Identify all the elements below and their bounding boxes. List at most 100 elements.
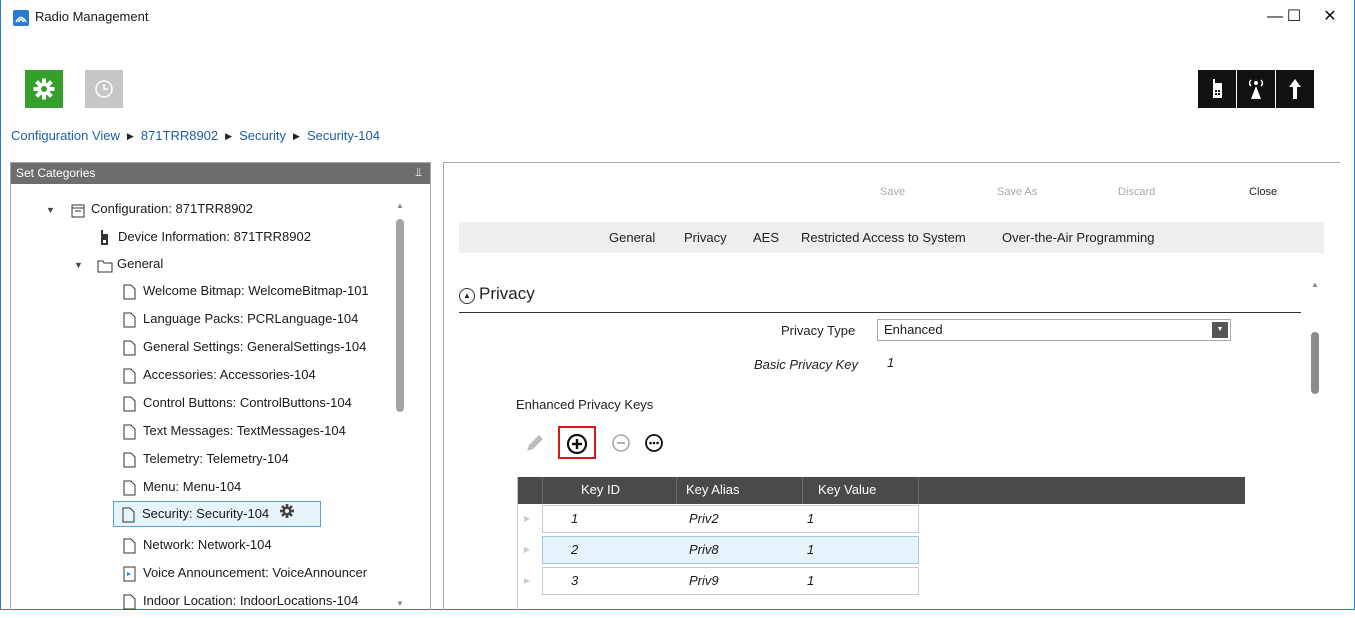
tree-item-network[interactable]: Network: Network-104 <box>123 533 272 557</box>
gear-icon <box>33 78 55 100</box>
settings-button[interactable] <box>25 70 63 108</box>
column-header-key-alias[interactable]: Key Alias <box>686 482 739 497</box>
tab-ota-programming[interactable]: Over-the-Air Programming <box>1002 230 1154 245</box>
breadcrumb-separator-icon: ▶ <box>126 131 134 141</box>
privacy-section-header[interactable]: ▲ Privacy <box>459 284 535 304</box>
cell-key-alias: Priv2 <box>689 511 719 526</box>
breadcrumb-configuration-view[interactable]: Configuration View <box>11 128 120 143</box>
clock-icon <box>95 80 113 98</box>
tree-item-welcome-bitmap[interactable]: Welcome Bitmap: WelcomeBitmap-101 <box>123 279 369 303</box>
chevron-down-icon[interactable]: ▼ <box>1212 322 1228 338</box>
scroll-up-icon[interactable]: ▲ <box>396 201 404 210</box>
tree-item-menu[interactable]: Menu: Menu-104 <box>123 475 241 499</box>
cell-key-id: 3 <box>571 573 579 588</box>
document-icon <box>123 396 137 412</box>
tree-item-label: Accessories: Accessories-104 <box>143 367 316 382</box>
history-button[interactable] <box>85 70 123 108</box>
breadcrumb-security-104[interactable]: Security-104 <box>307 128 380 143</box>
edit-pencil-icon[interactable] <box>524 432 546 457</box>
radio-device-button[interactable] <box>1198 70 1236 108</box>
scroll-down-icon[interactable]: ▼ <box>396 599 404 608</box>
tree-item-general-settings[interactable]: General Settings: GeneralSettings-104 <box>123 335 366 359</box>
tree-item-language-packs[interactable]: Language Packs: PCRLanguage-104 <box>123 307 358 331</box>
breadcrumb-separator-icon: ▶ <box>293 131 300 141</box>
antenna-icon <box>1248 79 1264 99</box>
tab-general[interactable]: General <box>609 230 655 245</box>
section-divider <box>459 312 1301 313</box>
tree-item-text-messages[interactable]: Text Messages: TextMessages-104 <box>123 419 346 443</box>
column-header-key-value[interactable]: Key Value <box>818 482 876 497</box>
tab-restricted-access[interactable]: Restricted Access to System <box>801 230 966 245</box>
save-as-button[interactable]: Save As <box>997 186 1037 198</box>
basic-privacy-key-value: 1 <box>887 355 895 370</box>
tree-item-label: Network: Network-104 <box>143 537 272 552</box>
app-logo-icon <box>13 10 29 26</box>
tree-item-general[interactable]: General <box>97 252 163 276</box>
tree-item-security[interactable]: Security: Security-104 <box>113 501 321 527</box>
tab-privacy[interactable]: Privacy <box>684 230 727 245</box>
collapse-arrow-icon[interactable]: ▼ <box>46 205 55 215</box>
tree-item-device-information[interactable]: Device Information: 871TRR8902 <box>98 225 311 249</box>
breadcrumb-device[interactable]: 871TRR8902 <box>141 128 218 143</box>
breadcrumb-security[interactable]: Security <box>239 128 286 143</box>
row-selector-icon[interactable]: ▶ <box>524 576 530 585</box>
antenna-button[interactable] <box>1237 70 1275 108</box>
tree-item-indoor-location[interactable]: Indoor Location: IndoorLocations-104 <box>123 589 358 613</box>
column-divider <box>676 477 677 504</box>
table-row[interactable]: 2 Priv8 1 <box>542 536 919 564</box>
breadcrumb-separator-icon: ▶ <box>225 131 233 141</box>
discard-button[interactable]: Discard <box>1118 186 1155 198</box>
document-icon <box>123 452 137 468</box>
left-scrollbar[interactable]: ▲ ▼ <box>396 195 404 610</box>
section-title: Privacy <box>479 284 535 303</box>
tree-item-voice-announcement[interactable]: Voice Announcement: VoiceAnnouncer <box>123 561 391 585</box>
enhanced-keys-table: Key ID Key Alias Key Value ▶ 1 Priv2 1 ▶… <box>517 477 1245 610</box>
set-categories-header: Set Categories ⫫ <box>11 163 430 184</box>
scroll-thumb[interactable] <box>396 219 404 412</box>
row-selector-icon[interactable]: ▶ <box>524 545 530 554</box>
gear-icon[interactable] <box>279 503 295 527</box>
table-header: Key ID Key Alias Key Value <box>518 477 1245 504</box>
right-scrollbar[interactable]: ▲ <box>1309 280 1321 610</box>
pin-icon[interactable]: ⫫ <box>415 165 422 180</box>
table-row[interactable]: 1 Priv2 1 <box>542 505 919 533</box>
tree-item-accessories[interactable]: Accessories: Accessories-104 <box>123 363 316 387</box>
scroll-thumb[interactable] <box>1311 332 1319 394</box>
tree-item-configuration[interactable]: Configuration: 871TRR8902 <box>71 197 253 221</box>
breadcrumb: Configuration View ▶ 871TRR8902 ▶ Security ▶ S… <box>11 128 380 143</box>
tree-item-label: Menu: Menu-104 <box>143 479 242 494</box>
save-button[interactable]: Save <box>880 186 905 198</box>
cell-key-id: 2 <box>571 542 579 557</box>
audio-file-icon <box>123 566 137 582</box>
table-row[interactable]: 3 Priv9 1 <box>542 567 919 595</box>
tree-item-label: Device Information: 871TRR8902 <box>118 229 311 244</box>
close-button[interactable]: Close <box>1249 186 1277 198</box>
tree-item-control-buttons[interactable]: Control Buttons: ControlButtons-104 <box>123 391 352 415</box>
close-window-button[interactable]: ✕ <box>1310 0 1350 34</box>
scroll-up-icon[interactable]: ▲ <box>1311 280 1319 289</box>
folder-icon <box>97 257 113 273</box>
row-selector-icon[interactable]: ▶ <box>524 514 530 523</box>
remove-key-icon[interactable] <box>611 433 631 456</box>
tree-item-label: General Settings: GeneralSettings-104 <box>143 339 367 354</box>
radio-icon <box>1213 79 1222 98</box>
collapse-section-icon[interactable]: ▲ <box>459 288 475 304</box>
privacy-type-select[interactable]: Enhanced ▼ <box>877 319 1231 341</box>
window-title: Radio Management <box>35 9 149 24</box>
column-divider <box>802 477 803 504</box>
column-header-key-id[interactable]: Key ID <box>581 482 620 497</box>
document-icon <box>123 594 137 610</box>
tree-item-label: Indoor Location: IndoorLocations-104 <box>143 593 359 608</box>
tab-aes[interactable]: AES <box>753 230 779 245</box>
tree-item-label: Telemetry: Telemetry-104 <box>143 451 289 466</box>
collapse-arrow-icon[interactable]: ▼ <box>74 260 83 270</box>
cell-key-value: 1 <box>807 573 815 588</box>
document-icon <box>123 424 137 440</box>
maximize-button[interactable]: ☐ <box>1274 0 1314 34</box>
tree-item-telemetry[interactable]: Telemetry: Telemetry-104 <box>123 447 289 471</box>
add-key-button[interactable] <box>558 426 596 459</box>
cell-key-id: 1 <box>571 511 579 526</box>
upload-button[interactable] <box>1276 70 1314 108</box>
more-options-icon[interactable] <box>644 433 664 456</box>
document-icon <box>123 538 137 554</box>
